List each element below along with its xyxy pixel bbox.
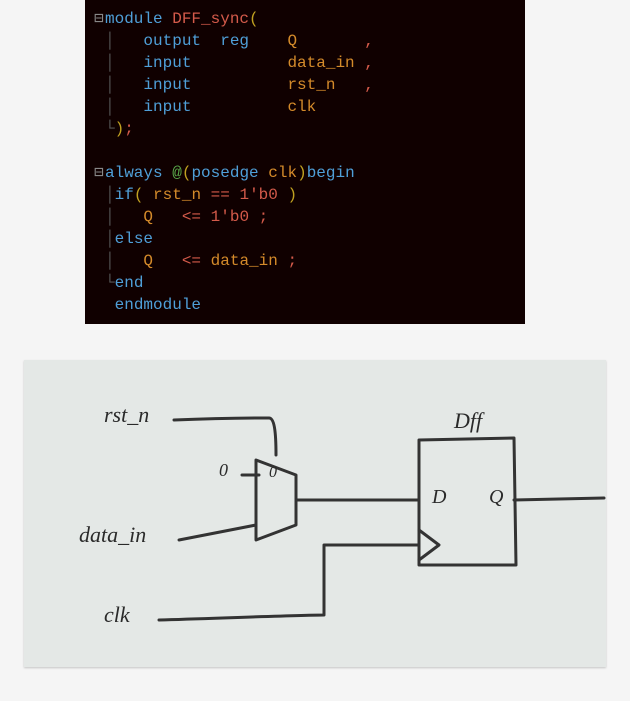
- comma: ,: [364, 32, 374, 50]
- fold-icon: ⊟: [93, 162, 105, 184]
- label-data-in: data_in: [79, 522, 146, 548]
- label-mux-zero: 0: [269, 464, 277, 482]
- kw-else: else: [115, 230, 153, 248]
- verilog-code-block: ⊟module DFF_sync( │ output reg Q , │ inp…: [85, 0, 525, 324]
- op-eq: ==: [211, 186, 230, 204]
- semicolon: ;: [287, 252, 297, 270]
- kw-module: module: [105, 10, 163, 28]
- code-line-13: └end: [85, 272, 525, 294]
- kw-output: output: [143, 32, 201, 50]
- kw-input: input: [143, 54, 191, 72]
- wire-data-in: [179, 525, 256, 540]
- paren-close: ): [297, 164, 307, 182]
- code-line-14: endmodule: [85, 294, 525, 316]
- circuit-sketch: rst_n 0 0 data_in clk Dff D Q: [24, 360, 606, 667]
- paren-open: (: [249, 10, 259, 28]
- code-line-6: └);: [85, 118, 525, 140]
- code-line-1: ⊟module DFF_sync(: [85, 8, 525, 30]
- at-sign: @: [172, 164, 182, 182]
- fold-icon: ⊟: [93, 8, 105, 30]
- code-line-5: │ input clk: [85, 96, 525, 118]
- wire-clk: [159, 545, 419, 620]
- code-line-3: │ input data_in ,: [85, 52, 525, 74]
- sig-rst-n: rst_n: [153, 186, 201, 204]
- sig-data-in: data_in: [287, 54, 354, 72]
- kw-input: input: [143, 98, 191, 116]
- sig-data-in: data_in: [211, 252, 278, 270]
- op-le: <=: [182, 252, 201, 270]
- code-line-12: │ Q <= data_in ;: [85, 250, 525, 272]
- code-line-4: │ input rst_n ,: [85, 74, 525, 96]
- label-dff: Dff: [454, 408, 482, 434]
- semicolon: ;: [124, 120, 134, 138]
- code-line-9: │if( rst_n == 1'b0 ): [85, 184, 525, 206]
- comma: ,: [364, 54, 374, 72]
- sig-q: Q: [287, 32, 297, 50]
- code-line-2: │ output reg Q ,: [85, 30, 525, 52]
- label-q: Q: [489, 486, 503, 509]
- code-line-blank: [85, 140, 525, 162]
- semicolon: ;: [259, 208, 269, 226]
- paren-close: ): [115, 120, 125, 138]
- op-le: <=: [182, 208, 201, 226]
- label-d: D: [432, 486, 446, 509]
- code-line-8: ⊟always @(posedge clk)begin: [85, 162, 525, 184]
- sig-q: Q: [143, 252, 153, 270]
- sig-clk: clk: [268, 164, 297, 182]
- paren-open: (: [182, 164, 192, 182]
- page: ⊟module DFF_sync( │ output reg Q , │ inp…: [0, 0, 630, 667]
- sig-clk: clk: [287, 98, 316, 116]
- clk-triangle-icon: [419, 530, 439, 560]
- comma: ,: [364, 76, 374, 94]
- kw-begin: begin: [307, 164, 355, 182]
- module-name: DFF_sync: [172, 10, 249, 28]
- wire-q: [514, 498, 604, 500]
- kw-reg: reg: [220, 32, 249, 50]
- code-line-10: │ Q <= 1'b0 ;: [85, 206, 525, 228]
- kw-input: input: [143, 76, 191, 94]
- sig-rst-n: rst_n: [287, 76, 335, 94]
- kw-end: end: [115, 274, 144, 292]
- kw-always: always: [105, 164, 163, 182]
- kw-endmodule: endmodule: [115, 296, 201, 314]
- kw-if: if: [115, 186, 134, 204]
- sig-q: Q: [143, 208, 153, 226]
- label-zero: 0: [219, 460, 228, 481]
- literal: 1'b0: [211, 208, 249, 226]
- wire-rst-n: [174, 418, 276, 455]
- paren-close: ): [287, 186, 297, 204]
- literal: 1'b0: [239, 186, 277, 204]
- kw-posedge: posedge: [191, 164, 258, 182]
- fold-end-icon: └: [105, 272, 115, 294]
- paren-open: (: [134, 186, 144, 204]
- label-clk: clk: [104, 602, 130, 628]
- code-line-11: │else: [85, 228, 525, 250]
- label-rst-n: rst_n: [104, 402, 149, 428]
